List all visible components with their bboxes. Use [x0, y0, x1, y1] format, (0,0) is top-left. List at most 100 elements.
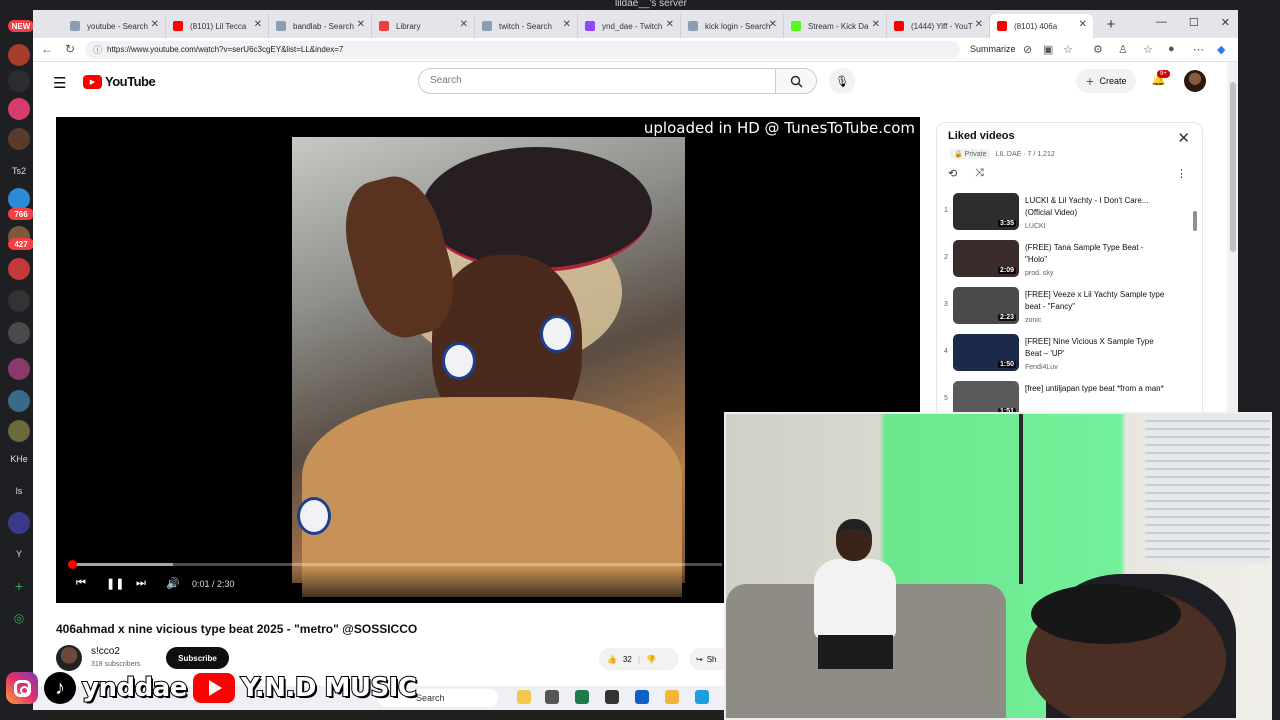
volume-icon[interactable]: 🔊 — [166, 577, 180, 590]
discover-icon[interactable]: ◎ — [8, 607, 30, 629]
browser-tab-active[interactable]: (8101) 406a ✕ — [990, 14, 1093, 38]
close-tab-icon[interactable]: ✕ — [769, 19, 777, 30]
playlist-item[interactable]: 4 1:50 [FREE] Nine Vicious X Sample Type… — [937, 334, 1192, 378]
progress-bar[interactable] — [68, 560, 722, 569]
item-title[interactable]: [free] untiljapan type beat *from a man* — [1025, 383, 1165, 395]
item-title[interactable]: (FREE) Tana Sample Type Beat - "Holo" — [1025, 242, 1165, 266]
server-icon[interactable] — [8, 512, 30, 534]
server-icon[interactable] — [8, 98, 30, 120]
task-view-icon[interactable] — [545, 690, 559, 704]
channel-name[interactable]: s!cco2 — [91, 646, 120, 657]
close-window-icon[interactable]: ✕ — [1221, 16, 1230, 29]
hamburger-menu-icon[interactable]: ☰ — [53, 74, 66, 92]
profile-icon[interactable]: ● — [1168, 43, 1175, 55]
close-tab-icon[interactable]: ✕ — [460, 19, 468, 30]
browser-tab[interactable]: kick login - Search ✕ — [681, 14, 784, 38]
browser-tab[interactable]: (1444) Yiff - YouT ✕ — [887, 14, 990, 38]
close-tab-icon[interactable]: ✕ — [1079, 19, 1087, 30]
create-button[interactable]: ＋ Create — [1076, 69, 1136, 93]
loop-icon[interactable]: ⟲ — [948, 167, 957, 180]
browser-tab[interactable]: Library ✕ — [372, 14, 475, 38]
favorites-icon[interactable]: ☆ — [1143, 43, 1153, 56]
browser-tab[interactable]: youtube - Search ✕ — [63, 14, 166, 38]
more-options-icon[interactable]: ⋯ — [1193, 43, 1204, 56]
close-tab-icon[interactable]: ✕ — [563, 19, 571, 30]
playlist-item[interactable]: 3 2:23 [FREE] Veeze x Lil Yachty Sample … — [937, 287, 1192, 331]
server-icon[interactable] — [8, 322, 30, 344]
new-tab-button[interactable]: + — [1101, 16, 1121, 33]
server-label[interactable]: KHe — [8, 448, 30, 470]
address-bar[interactable]: ⓘ https://www.youtube.com/watch?v=serU6c… — [85, 41, 960, 59]
item-title[interactable]: LUCKI & Lil Yachty - I Don't Care... (Of… — [1025, 195, 1165, 219]
search-button[interactable] — [775, 68, 817, 94]
video-thumbnail[interactable]: 2:23 — [953, 287, 1019, 324]
copilot-icon[interactable]: ◆ — [1217, 43, 1225, 56]
server-icon[interactable] — [8, 128, 30, 150]
minimize-icon[interactable]: — — [1156, 16, 1167, 29]
extensions-icon[interactable]: ⚙ — [1093, 43, 1103, 56]
close-tab-icon[interactable]: ✕ — [872, 19, 880, 30]
close-tab-icon[interactable]: ✕ — [254, 19, 262, 30]
browser-tab[interactable]: bandlab - Search ✕ — [269, 14, 372, 38]
outlook-icon[interactable] — [635, 690, 649, 704]
browser-tab[interactable]: (8101) Lil Tecca ✕ — [166, 14, 269, 38]
search-input[interactable]: Search — [418, 68, 776, 94]
reader-icon[interactable]: ▣ — [1043, 43, 1053, 56]
server-icon[interactable] — [8, 290, 30, 312]
close-tab-icon[interactable]: ✕ — [666, 19, 674, 30]
playlist-title[interactable]: Liked videos — [948, 130, 1015, 142]
dislike-icon[interactable]: 👎 — [646, 655, 656, 664]
like-dislike-button[interactable]: 👍 32 | 👎 — [599, 648, 679, 670]
video-thumbnail[interactable]: 3:35 — [953, 193, 1019, 230]
voice-search-button[interactable]: 🎙 — [829, 68, 855, 94]
favorite-star-icon[interactable]: ☆ — [1063, 43, 1073, 56]
file-explorer-icon[interactable] — [665, 690, 679, 704]
close-playlist-icon[interactable]: ✕ — [1177, 129, 1190, 147]
next-icon[interactable]: ⏭ — [136, 577, 146, 590]
server-icon[interactable] — [8, 258, 30, 280]
pause-icon[interactable]: ❚❚ — [106, 577, 124, 590]
summarize-button[interactable]: Summarize — [970, 44, 1016, 54]
back-icon[interactable]: ← — [41, 42, 53, 56]
server-label[interactable]: Ts2 — [8, 160, 30, 182]
maximize-icon[interactable]: ☐ — [1189, 16, 1199, 29]
server-label[interactable]: ls — [8, 480, 30, 502]
server-icon[interactable] — [8, 390, 30, 412]
playlist-scrollbar[interactable] — [1193, 211, 1197, 231]
widgets-icon[interactable] — [517, 690, 531, 704]
account-avatar[interactable] — [1184, 70, 1206, 92]
video-thumbnail[interactable]: 1:50 — [953, 334, 1019, 371]
scrubber-handle[interactable] — [68, 560, 78, 569]
video-thumbnail[interactable]: 2:09 — [953, 240, 1019, 277]
site-info-icon[interactable]: ⓘ — [93, 41, 102, 59]
close-tab-icon[interactable]: ✕ — [975, 19, 983, 30]
playlist-item[interactable]: 1 3:35 LUCKI & Lil Yachty - I Don't Care… — [937, 193, 1192, 237]
close-tab-icon[interactable]: ✕ — [151, 19, 159, 30]
server-icon[interactable] — [8, 188, 30, 210]
browser-essentials-icon[interactable]: ♙ — [1118, 43, 1128, 56]
server-icon[interactable] — [8, 70, 30, 92]
subscribe-button[interactable]: Subscribe — [166, 647, 229, 669]
add-server-icon[interactable]: + — [8, 575, 30, 597]
server-label[interactable]: Y — [8, 543, 30, 565]
youtube-logo[interactable]: ▶ YouTube — [83, 74, 156, 89]
previous-icon[interactable]: ⏮ — [76, 577, 86, 590]
browser-tab[interactable]: Stream - Kick Da ✕ — [784, 14, 887, 38]
epic-games-icon[interactable] — [605, 690, 619, 704]
playlist-item[interactable]: 2 2:09 (FREE) Tana Sample Type Beat - "H… — [937, 240, 1192, 284]
server-icon[interactable] — [8, 358, 30, 380]
close-tab-icon[interactable]: ✕ — [357, 19, 365, 30]
channel-avatar[interactable] — [56, 645, 82, 671]
xbox-icon[interactable] — [575, 690, 589, 704]
refresh-icon[interactable]: ↻ — [65, 42, 75, 56]
server-icon[interactable] — [8, 420, 30, 442]
share-button[interactable]: ↪ Sh — [689, 648, 729, 670]
item-title[interactable]: [FREE] Nine Vicious X Sample Type Beat –… — [1025, 336, 1165, 360]
shuffle-icon[interactable]: ⤨ — [975, 167, 984, 180]
browser-tab[interactable]: twitch - Search ✕ — [475, 14, 578, 38]
extension-icon[interactable]: ⊘ — [1023, 43, 1032, 56]
like-icon[interactable]: 👍 — [607, 655, 617, 664]
page-scrollbar-thumb[interactable] — [1230, 82, 1236, 252]
item-title[interactable]: [FREE] Veeze x Lil Yachty Sample type be… — [1025, 289, 1165, 313]
edge-icon[interactable] — [695, 690, 709, 704]
